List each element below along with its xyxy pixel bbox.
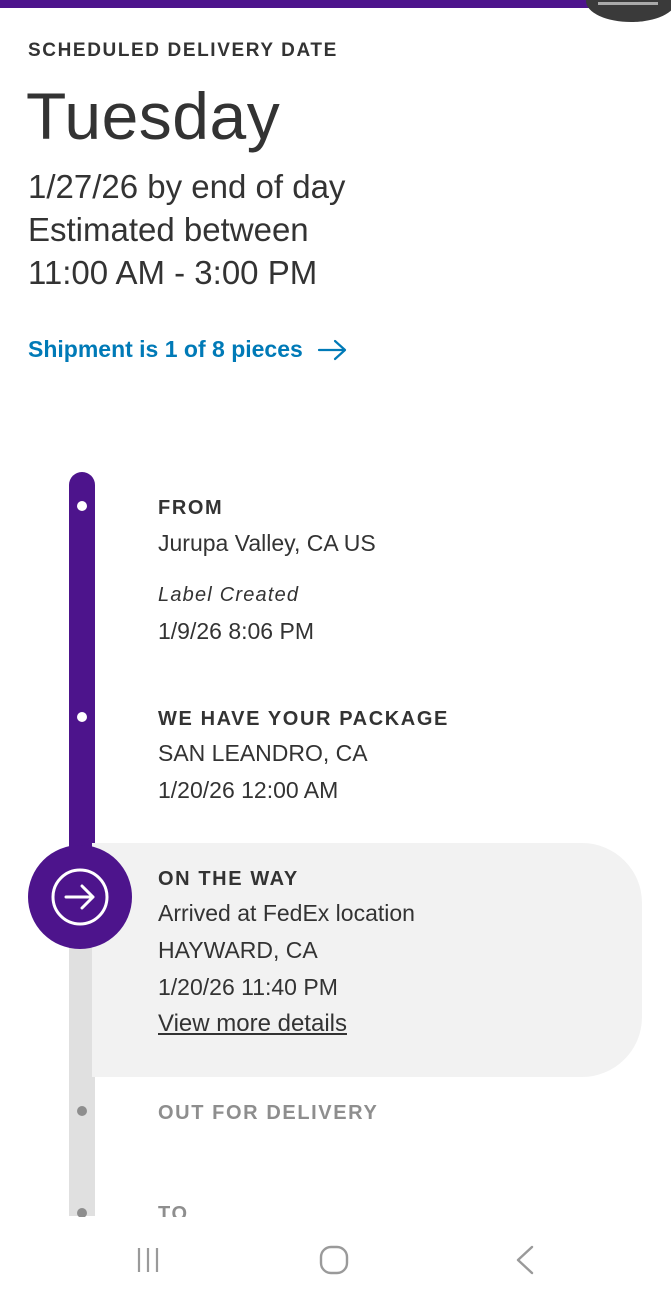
shipment-pieces-label: Shipment is 1 of 8 pieces [28, 336, 303, 362]
view-more-details-link[interactable]: View more details [158, 1010, 347, 1038]
home-button[interactable] [314, 1240, 354, 1280]
delivery-day: Tuesday [26, 79, 281, 153]
current-status-marker [28, 845, 132, 949]
arrow-circle-right-icon [51, 868, 109, 926]
on-the-way-status: Arrived at FedEx location [158, 900, 415, 926]
on-the-way-timestamp: 1/20/26 11:40 PM [158, 974, 338, 1000]
delivery-date: 1/27/26 by end of day [28, 168, 346, 205]
back-button[interactable] [505, 1240, 545, 1280]
picked-up-timestamp: 1/20/26 12:00 AM [158, 777, 339, 803]
back-icon [516, 1245, 534, 1275]
delivery-time-window: 11:00 AM - 3:00 PM [28, 254, 318, 291]
on-the-way-heading: ON THE WAY [158, 868, 299, 890]
home-icon [319, 1245, 349, 1275]
timeline-dot-picked-up [77, 712, 87, 722]
floating-thumbnail[interactable] [586, 0, 671, 22]
arrow-right-icon [317, 339, 346, 360]
on-the-way-location: HAYWARD, CA [158, 937, 318, 963]
picked-up-location: SAN LEANDRO, CA [158, 740, 368, 766]
estimate-label: Estimated between [28, 211, 309, 248]
out-for-delivery-heading: OUT FOR DELIVERY [158, 1102, 379, 1124]
timeline-dot-from [77, 501, 87, 511]
from-heading: FROM [158, 497, 224, 519]
recent-apps-icon [137, 1248, 159, 1272]
shipment-pieces-link[interactable]: Shipment is 1 of 8 pieces [28, 336, 349, 363]
top-accent-bar [0, 0, 671, 8]
scheduled-delivery-label: SCHEDULED DELIVERY DATE [28, 40, 338, 61]
progress-track-completed [69, 472, 95, 872]
from-status: Label Created [158, 584, 300, 606]
from-location: Jurupa Valley, CA US [158, 530, 376, 556]
from-timestamp: 1/9/26 8:06 PM [158, 618, 314, 644]
picked-up-heading: WE HAVE YOUR PACKAGE [158, 708, 449, 730]
timeline-dot-out-for-delivery [77, 1106, 87, 1116]
recent-apps-button[interactable] [128, 1240, 168, 1280]
